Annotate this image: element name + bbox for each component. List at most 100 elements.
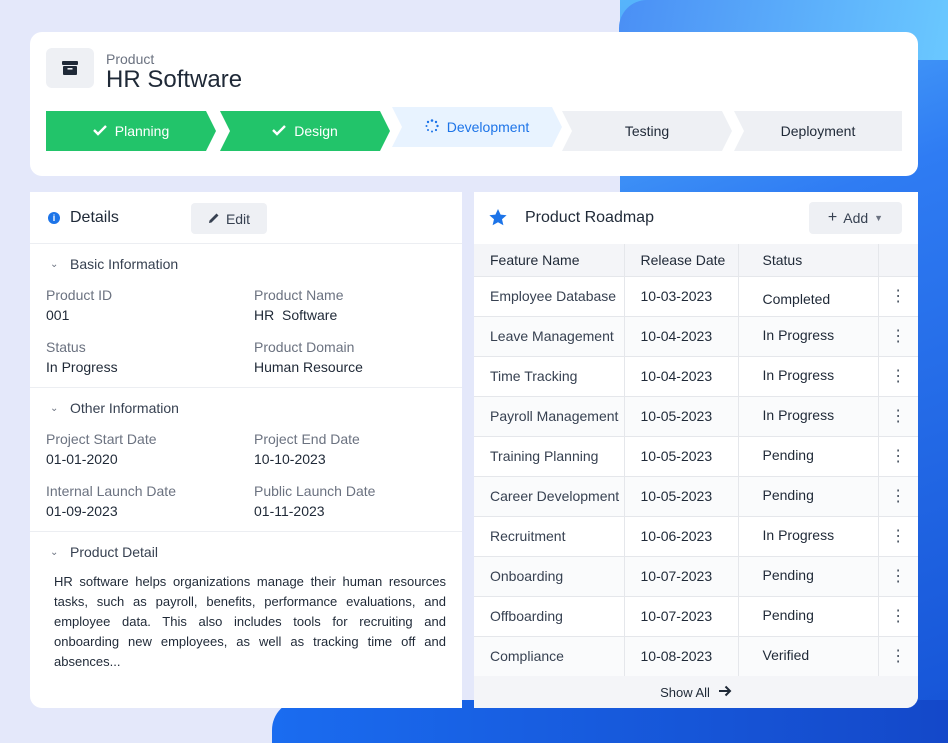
- step-deployment[interactable]: Deployment: [734, 111, 902, 151]
- other-info-toggle[interactable]: ⌄ Other Information: [30, 388, 462, 428]
- release-date-cell: 10-03-2023: [624, 276, 739, 317]
- column-header[interactable]: Feature Name: [474, 244, 625, 277]
- status-cell: In Progress: [738, 316, 879, 357]
- end-date-value: 10-10-2023: [254, 451, 326, 467]
- details-title: Details: [70, 209, 119, 226]
- feature-name-cell: Recruitment: [474, 516, 625, 557]
- product-name-field: Product Name HR Software: [254, 287, 343, 323]
- release-date-cell: 10-08-2023: [624, 636, 739, 677]
- release-date-cell: 10-05-2023: [624, 396, 739, 437]
- add-feature-button[interactable]: + Add ▼: [809, 202, 902, 234]
- product-name-label: Product Name: [254, 287, 344, 303]
- show-all-button[interactable]: Show All: [474, 676, 918, 708]
- step-testing[interactable]: Testing: [562, 111, 732, 151]
- feature-name-cell: Time Tracking: [474, 356, 625, 397]
- status-value: In Progress: [46, 359, 118, 375]
- roadmap-panel: Product Roadmap + Add ▼ Feature Name Rel…: [474, 192, 918, 708]
- status-cell: In Progress: [738, 396, 879, 437]
- check-icon: [272, 123, 287, 139]
- product-domain-field: Product Domain Human Resource: [254, 339, 363, 375]
- edit-button[interactable]: Edit: [191, 203, 267, 234]
- more-vertical-icon: ⋮: [890, 288, 907, 305]
- chevron-down-icon: ⌄: [50, 402, 59, 414]
- table-row[interactable]: Payroll Management 10-05-2023 In Progress ⋮: [474, 396, 918, 437]
- status-cell: Pending: [738, 436, 879, 477]
- chevron-down-icon: ⌄: [50, 546, 59, 558]
- step-planning[interactable]: Planning: [46, 111, 216, 151]
- public-launch-field: Public Launch Date 01-11-2023: [254, 483, 375, 519]
- row-menu-button[interactable]: ⋮: [878, 356, 918, 397]
- row-menu-button[interactable]: ⋮: [878, 316, 918, 357]
- box-icon: [46, 48, 94, 88]
- table-row[interactable]: Offboarding 10-07-2023 Pending ⋮: [474, 596, 918, 637]
- column-header-actions: [878, 244, 918, 277]
- basic-info-heading: Basic Information: [70, 256, 179, 272]
- roadmap-table: Feature Name Release Date Status Employe…: [474, 244, 918, 677]
- table-row[interactable]: Employee Database 10-03-2023 Completed ⋮: [474, 276, 918, 317]
- status-cell: Verified: [738, 636, 879, 677]
- table-row[interactable]: Career Development 10-05-2023 Pending ⋮: [474, 476, 918, 517]
- start-date-value: 01-01-2020: [46, 451, 118, 467]
- more-vertical-icon: ⋮: [890, 488, 907, 505]
- step-label: Development: [446, 119, 530, 135]
- table-row[interactable]: Compliance 10-08-2023 Verified ⋮: [474, 636, 918, 677]
- start-date-field: Project Start Date 01-01-2020: [46, 431, 157, 467]
- plus-icon: +: [827, 209, 838, 226]
- feature-name-cell: Leave Management: [474, 316, 625, 357]
- feature-name-cell: Training Planning: [474, 436, 625, 477]
- product-domain-value: Human Resource: [254, 359, 363, 375]
- more-vertical-icon: ⋮: [890, 448, 907, 465]
- internal-launch-value: 01-09-2023: [46, 503, 118, 519]
- column-header[interactable]: Release Date: [624, 244, 739, 277]
- show-all-label: Show All: [660, 684, 710, 700]
- more-vertical-icon: ⋮: [890, 368, 907, 385]
- internal-launch-label: Internal Launch Date: [46, 483, 176, 499]
- roadmap-title: Product Roadmap: [525, 209, 654, 226]
- product-domain-label: Product Domain: [254, 339, 355, 355]
- status-cell: Completed: [738, 276, 879, 317]
- feature-name-cell: Compliance: [474, 636, 625, 677]
- basic-info-toggle[interactable]: ⌄ Basic Information: [30, 244, 462, 284]
- more-vertical-icon: ⋮: [890, 528, 907, 545]
- step-label: Testing: [624, 123, 670, 139]
- release-date-cell: 10-06-2023: [624, 516, 739, 557]
- release-date-cell: 10-07-2023: [624, 596, 739, 637]
- more-vertical-icon: ⋮: [890, 648, 907, 665]
- step-label: Deployment: [780, 123, 856, 139]
- table-row[interactable]: Training Planning 10-05-2023 Pending ⋮: [474, 436, 918, 477]
- table-row[interactable]: Recruitment 10-06-2023 In Progress ⋮: [474, 516, 918, 557]
- step-development[interactable]: Development: [392, 107, 562, 147]
- feature-name-cell: Offboarding: [474, 596, 625, 637]
- table-row[interactable]: Onboarding 10-07-2023 Pending ⋮: [474, 556, 918, 597]
- row-menu-button[interactable]: ⋮: [878, 596, 918, 637]
- release-date-cell: 10-04-2023: [624, 316, 739, 357]
- pencil-icon: [208, 211, 220, 227]
- start-date-label: Project Start Date: [46, 431, 157, 447]
- end-date-field: Project End Date 10-10-2023: [254, 431, 360, 467]
- column-header[interactable]: Status: [738, 244, 879, 277]
- product-title: HR Software: [106, 66, 243, 93]
- product-subtitle: Product: [106, 51, 155, 67]
- row-menu-button[interactable]: ⋮: [878, 476, 918, 517]
- table-row[interactable]: Time Tracking 10-04-2023 In Progress ⋮: [474, 356, 918, 397]
- row-menu-button[interactable]: ⋮: [878, 556, 918, 597]
- row-menu-button[interactable]: ⋮: [878, 396, 918, 437]
- step-label: Design: [294, 123, 338, 139]
- row-menu-button[interactable]: ⋮: [878, 516, 918, 557]
- row-menu-button[interactable]: ⋮: [878, 276, 918, 317]
- chevron-down-icon: ⌄: [50, 258, 59, 270]
- product-id-value: 001: [46, 307, 70, 323]
- row-menu-button[interactable]: ⋮: [878, 636, 918, 677]
- product-id-label: Product ID: [46, 287, 113, 303]
- step-label: Planning: [114, 123, 170, 139]
- product-detail-heading: Product Detail: [70, 544, 158, 560]
- more-vertical-icon: ⋮: [890, 408, 907, 425]
- status-field: Status In Progress: [46, 339, 118, 375]
- product-detail-toggle[interactable]: ⌄ Product Detail: [30, 532, 462, 572]
- table-row[interactable]: Leave Management 10-04-2023 In Progress ⋮: [474, 316, 918, 357]
- edit-label: Edit: [225, 210, 251, 227]
- status-cell: In Progress: [738, 356, 879, 397]
- step-design[interactable]: Design: [220, 111, 390, 151]
- row-menu-button[interactable]: ⋮: [878, 436, 918, 477]
- feature-name-cell: Employee Database: [474, 276, 625, 317]
